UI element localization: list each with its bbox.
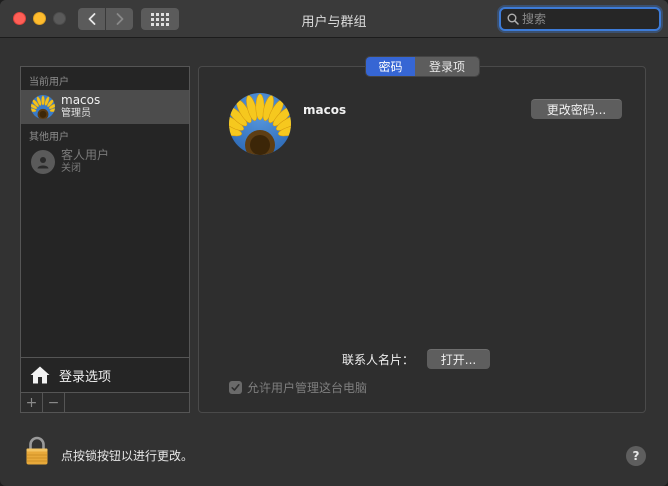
tab-bar: 密码 登录项: [366, 57, 479, 76]
login-options-label: 登录选项: [59, 369, 112, 385]
user-picture[interactable]: [229, 93, 291, 155]
open-contacts-card-button[interactable]: 打开...: [427, 349, 490, 369]
guest-text: 客人用户 关闭: [61, 149, 109, 175]
search-field[interactable]: [499, 7, 661, 31]
titlebar: 用户与群组: [0, 0, 668, 38]
search-input[interactable]: [522, 12, 652, 26]
add-remove-bar: + −: [20, 392, 190, 413]
checkmark-icon: [231, 384, 240, 391]
add-user-button[interactable]: +: [21, 393, 43, 412]
users-sidebar: 当前用户 macos 管理员 其他用户 客人用户 关闭 登录选项: [20, 66, 190, 413]
other-users-heading: 其他用户: [29, 132, 69, 143]
lock-icon: [26, 436, 48, 465]
user-role: 管理员: [61, 108, 91, 119]
user-text: macos 管理员: [61, 94, 100, 120]
guest-status: 关闭: [61, 163, 81, 174]
sunflower-avatar: [31, 95, 55, 119]
users-groups-window: 用户与群组 当前用户: [0, 0, 668, 486]
main-user-name: macos: [303, 103, 347, 117]
allow-admin-row: 允许用户管理这台电脑: [229, 379, 367, 396]
change-password-button[interactable]: 更改密码...: [531, 99, 622, 119]
search-icon: [507, 13, 519, 25]
lock-button[interactable]: [25, 436, 49, 470]
tab-login-items[interactable]: 登录项: [415, 57, 479, 76]
house-icon: [30, 366, 50, 384]
tab-password[interactable]: 密码: [366, 57, 415, 76]
allow-admin-label: 允许用户管理这台电脑: [247, 381, 368, 395]
login-options-item[interactable]: 登录选项: [21, 357, 189, 392]
lock-instruction-text: 点按锁按钮以进行更改。: [61, 449, 194, 463]
contacts-card-label: 联系人名片：: [342, 353, 415, 367]
sidebar-item-macos[interactable]: macos 管理员: [21, 90, 189, 124]
guest-name: 客人用户: [61, 148, 110, 162]
allow-admin-checkbox[interactable]: [229, 381, 242, 394]
remove-user-button[interactable]: −: [43, 393, 65, 412]
user-name: macos: [61, 93, 101, 107]
help-button[interactable]: ?: [626, 446, 646, 466]
current-users-heading: 当前用户: [29, 77, 69, 88]
guest-user-icon: [31, 150, 55, 174]
sidebar-item-guest[interactable]: 客人用户 关闭: [21, 145, 189, 179]
